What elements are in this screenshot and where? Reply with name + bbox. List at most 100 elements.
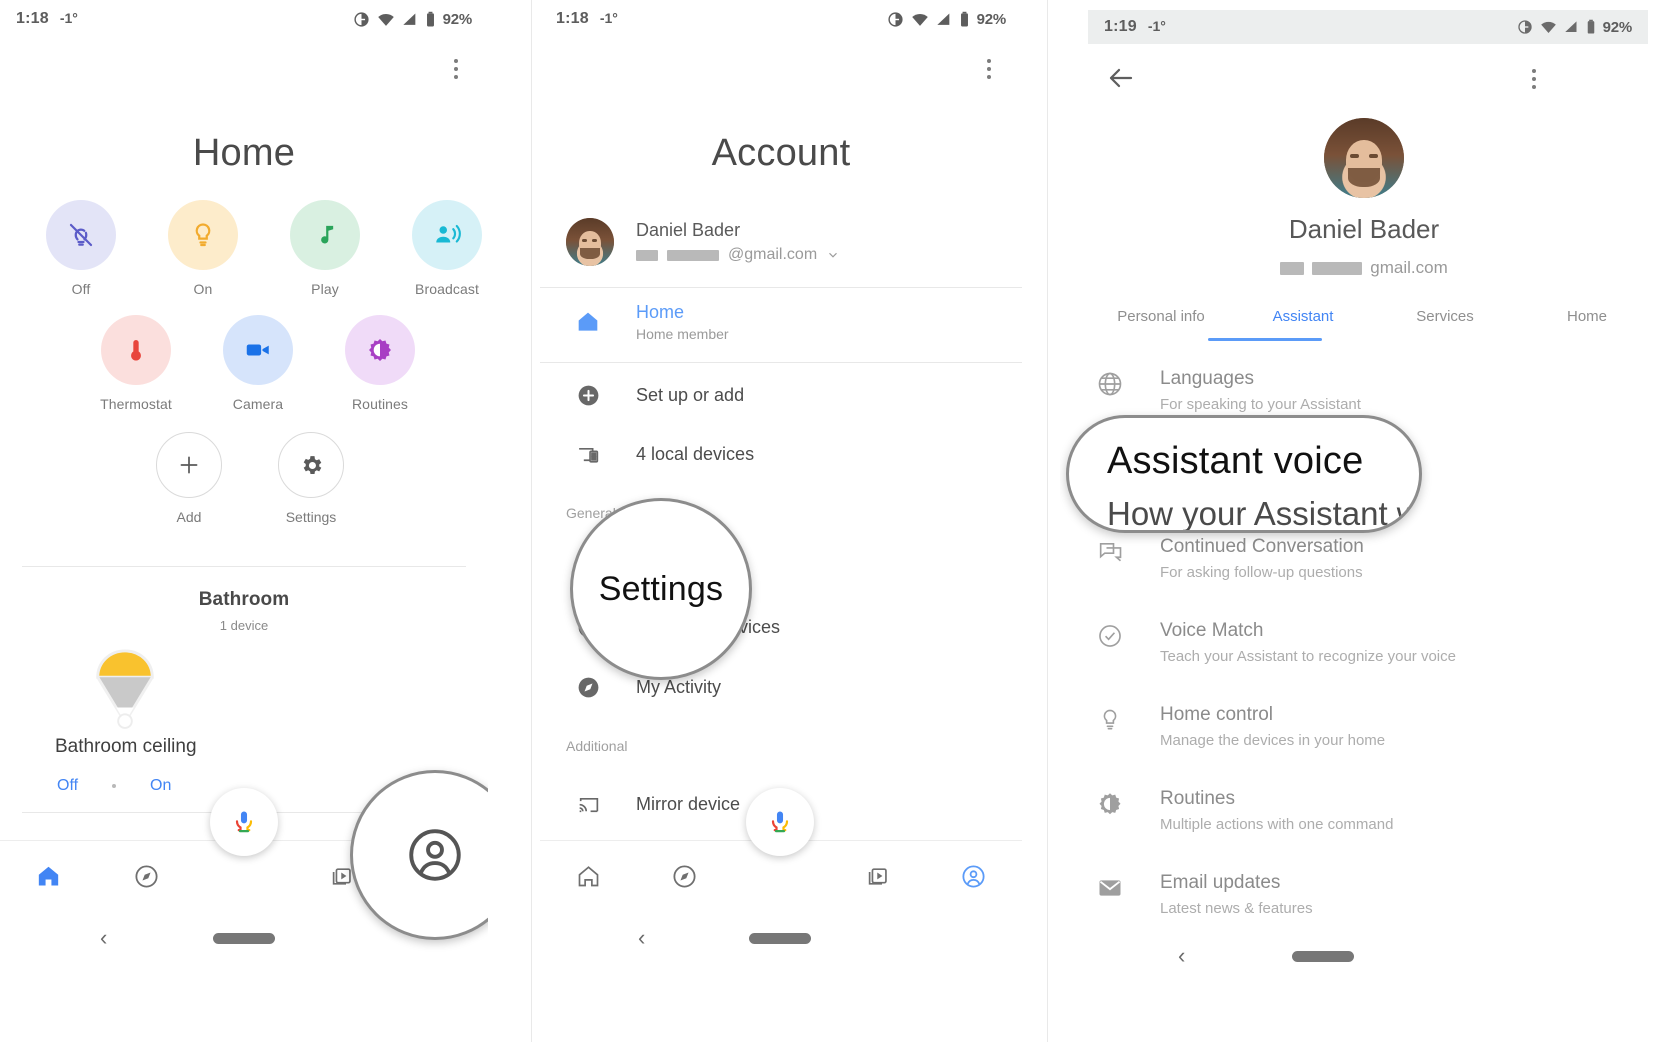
google-mic-fab[interactable] — [210, 788, 278, 856]
device-name: Bathroom ceiling — [55, 736, 197, 757]
assistant-row-home-control[interactable]: Home control Manage the devices in your … — [1060, 704, 1668, 749]
cast-device-icon — [540, 442, 636, 467]
row-sub: For speaking to your Assistant — [1160, 396, 1361, 413]
bulb-outline-icon — [1060, 704, 1160, 734]
account-row-local-devices[interactable]: 4 local devices — [540, 442, 1022, 467]
ceiling-light-icon[interactable] — [86, 643, 164, 736]
row-sub: Teach your Assistant to recognize your v… — [1160, 648, 1456, 665]
quick-tile-on[interactable]: On — [142, 200, 264, 297]
avatar — [566, 218, 614, 266]
cell-signal-icon — [1564, 19, 1579, 35]
battery-percent: 92% — [976, 10, 1007, 28]
tab-home[interactable]: Home — [1516, 308, 1658, 325]
system-back-icon[interactable]: ‹ — [638, 925, 645, 951]
row-label: Set up or add — [636, 385, 745, 405]
wifi-icon — [911, 11, 929, 28]
panel-home: 1:18 -1° 92% Home Off On Play Broadcast … — [0, 0, 488, 1042]
row-label: Home — [636, 302, 685, 322]
status-bar-account: 1:18 -1° 92% — [540, 0, 1022, 38]
check-circle-icon — [1060, 620, 1160, 650]
bulb-on-icon — [168, 200, 238, 270]
system-back-icon[interactable]: ‹ — [1178, 943, 1185, 969]
arrow-left-icon[interactable] — [1105, 62, 1137, 99]
row-label: Routines — [1160, 788, 1235, 809]
quick-tile-off[interactable]: Off — [20, 200, 142, 297]
tab-personal-info[interactable]: Personal info — [1090, 308, 1232, 325]
settings-button[interactable]: Settings — [250, 432, 372, 525]
assistant-tabs: Personal info Assistant Services Home — [1090, 308, 1658, 325]
row-label: My Activity — [636, 677, 722, 697]
cell-signal-icon — [402, 11, 418, 28]
quick-tile-label: Camera — [232, 396, 284, 412]
cell-signal-icon — [936, 11, 952, 28]
separator-dot — [112, 784, 117, 788]
row-label: Continued Conversation — [1160, 536, 1364, 557]
google-mic-fab[interactable] — [746, 788, 814, 856]
bottom-nav-explore-tab[interactable] — [98, 863, 196, 890]
system-home-pill[interactable] — [213, 932, 275, 944]
section-label-additional: Additional — [566, 738, 628, 754]
section-divider — [22, 566, 466, 567]
system-home-pill[interactable] — [1292, 950, 1354, 962]
bottom-nav-home-tab[interactable] — [0, 863, 98, 890]
row-sub: Multiple actions with one command — [1160, 816, 1394, 833]
compass-filled-icon — [540, 675, 636, 700]
panel-assistant: 1:19 -1° 92% Daniel Bader gmail.com Pers… — [1060, 0, 1668, 1042]
more-vertical-icon[interactable] — [1523, 62, 1545, 96]
quick-tile-label: Broadcast — [415, 281, 479, 297]
gesture-bar-account: ‹ — [540, 900, 1022, 976]
status-time: 1:19 — [1104, 18, 1137, 35]
battery-percent: 92% — [442, 10, 473, 28]
quick-tile-thermostat[interactable]: Thermostat — [75, 315, 197, 412]
room-device-count: 1 device — [219, 618, 269, 633]
quick-tile-camera[interactable]: Camera — [197, 315, 319, 412]
device-on-button[interactable]: On — [150, 777, 171, 795]
row-label: Email updates — [1160, 872, 1281, 893]
status-temperature: -1° — [59, 10, 78, 26]
assistant-profile: Daniel Bader gmail.com — [1060, 118, 1668, 278]
add-button[interactable]: Add — [128, 432, 250, 525]
row-label: Mirror device — [636, 794, 741, 814]
plus-circle-icon — [540, 383, 636, 408]
broadcast-icon — [412, 200, 482, 270]
row-sub: For asking follow-up questions — [1160, 564, 1363, 581]
assistant-row-languages[interactable]: Languages For speaking to your Assistant — [1060, 368, 1668, 413]
status-bar-assistant: 1:19 -1° 92% — [1088, 10, 1648, 44]
globe-icon — [1060, 368, 1160, 398]
bottom-nav-home-tab[interactable] — [540, 863, 636, 890]
more-vertical-icon[interactable] — [978, 52, 1000, 86]
account-row-my-activity[interactable]: My Activity — [540, 675, 1022, 700]
account-email: @gmail.com — [636, 246, 840, 264]
panel-divider-2 — [1047, 0, 1048, 1042]
quick-tile-broadcast[interactable]: Broadcast — [386, 200, 488, 297]
wifi-icon — [377, 11, 395, 28]
avatar[interactable] — [1324, 118, 1404, 198]
assistant-row-email-updates[interactable]: Email updates Latest news & features — [1060, 872, 1668, 917]
video-camera-icon — [223, 315, 293, 385]
account-header[interactable]: Daniel Bader @gmail.com — [566, 218, 840, 266]
status-bar-home: 1:18 -1° 92% — [0, 0, 488, 38]
quick-tile-label: Thermostat — [100, 396, 172, 412]
assistant-row-routines[interactable]: Routines Multiple actions with one comma… — [1060, 788, 1668, 833]
assistant-row-voice-match[interactable]: Voice Match Teach your Assistant to reco… — [1060, 620, 1668, 665]
cast-icon — [540, 792, 636, 817]
magnifier-label: Settings — [598, 569, 724, 608]
account-row-home[interactable]: Home Home member — [540, 302, 1022, 342]
bottom-nav-explore-tab[interactable] — [636, 863, 732, 890]
device-off-button[interactable]: Off — [57, 777, 78, 795]
tab-assistant[interactable]: Assistant — [1232, 308, 1374, 325]
quick-tile-play[interactable]: Play — [264, 200, 386, 297]
magnifier-assistant-voice: Assistant voice How your Assistant wil — [1066, 415, 1422, 533]
bottom-nav-account-tab[interactable] — [926, 863, 1022, 890]
panel-divider-1 — [531, 0, 532, 1042]
battery-percent: 92% — [1602, 18, 1633, 36]
bottom-nav-media-tab[interactable] — [829, 863, 925, 890]
system-home-pill[interactable] — [749, 932, 811, 944]
gesture-bar-assistant: ‹ — [1060, 918, 1668, 994]
system-back-icon[interactable]: ‹ — [100, 925, 107, 951]
tab-services[interactable]: Services — [1374, 308, 1516, 325]
assistant-row-continued-conversation[interactable]: Continued Conversation For asking follow… — [1060, 536, 1668, 581]
quick-tile-routines[interactable]: Routines — [319, 315, 441, 412]
more-vertical-icon[interactable] — [445, 52, 467, 86]
account-row-setup[interactable]: Set up or add — [540, 383, 1022, 408]
